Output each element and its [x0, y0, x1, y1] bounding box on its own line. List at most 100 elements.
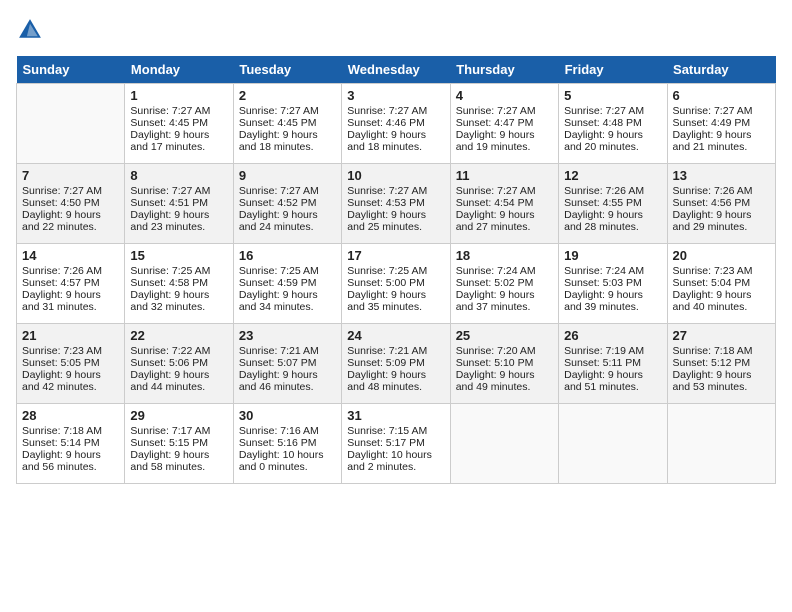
sunset-text: Sunset: 5:05 PM [22, 357, 100, 369]
daylight-text: Daylight: 9 hours and 32 minutes. [130, 289, 209, 313]
daylight-text: Daylight: 9 hours and 28 minutes. [564, 209, 643, 233]
logo [16, 16, 48, 44]
sunset-text: Sunset: 4:57 PM [22, 277, 100, 289]
daylight-text: Daylight: 9 hours and 49 minutes. [456, 369, 535, 393]
daylight-text: Daylight: 9 hours and 48 minutes. [347, 369, 426, 393]
sunset-text: Sunset: 4:49 PM [673, 117, 751, 129]
sunset-text: Sunset: 5:09 PM [347, 357, 425, 369]
calendar-cell: 26 Sunrise: 7:19 AM Sunset: 5:11 PM Dayl… [559, 324, 667, 404]
calendar-cell [667, 404, 775, 484]
daylight-text: Daylight: 9 hours and 19 minutes. [456, 129, 535, 153]
day-number: 7 [22, 168, 119, 183]
day-number: 18 [456, 248, 553, 263]
daylight-text: Daylight: 9 hours and 31 minutes. [22, 289, 101, 313]
calendar-cell [17, 84, 125, 164]
sunset-text: Sunset: 4:59 PM [239, 277, 317, 289]
daylight-text: Daylight: 9 hours and 24 minutes. [239, 209, 318, 233]
calendar-cell: 12 Sunrise: 7:26 AM Sunset: 4:55 PM Dayl… [559, 164, 667, 244]
col-header-wednesday: Wednesday [342, 56, 450, 84]
col-header-saturday: Saturday [667, 56, 775, 84]
calendar-cell: 1 Sunrise: 7:27 AM Sunset: 4:45 PM Dayli… [125, 84, 233, 164]
calendar-table: SundayMondayTuesdayWednesdayThursdayFrid… [16, 56, 776, 484]
sunset-text: Sunset: 5:03 PM [564, 277, 642, 289]
day-number: 27 [673, 328, 770, 343]
sunset-text: Sunset: 4:50 PM [22, 197, 100, 209]
sunrise-text: Sunrise: 7:27 AM [130, 185, 210, 197]
calendar-week-2: 7 Sunrise: 7:27 AM Sunset: 4:50 PM Dayli… [17, 164, 776, 244]
sunset-text: Sunset: 5:04 PM [673, 277, 751, 289]
page-header [16, 16, 776, 44]
sunset-text: Sunset: 4:53 PM [347, 197, 425, 209]
calendar-cell: 8 Sunrise: 7:27 AM Sunset: 4:51 PM Dayli… [125, 164, 233, 244]
calendar-cell: 9 Sunrise: 7:27 AM Sunset: 4:52 PM Dayli… [233, 164, 341, 244]
calendar-cell: 7 Sunrise: 7:27 AM Sunset: 4:50 PM Dayli… [17, 164, 125, 244]
calendar-cell [559, 404, 667, 484]
sunrise-text: Sunrise: 7:22 AM [130, 345, 210, 357]
sunset-text: Sunset: 5:14 PM [22, 437, 100, 449]
day-number: 30 [239, 408, 336, 423]
day-number: 20 [673, 248, 770, 263]
sunrise-text: Sunrise: 7:19 AM [564, 345, 644, 357]
sunset-text: Sunset: 4:45 PM [130, 117, 208, 129]
daylight-text: Daylight: 9 hours and 58 minutes. [130, 449, 209, 473]
sunrise-text: Sunrise: 7:23 AM [22, 345, 102, 357]
daylight-text: Daylight: 10 hours and 0 minutes. [239, 449, 324, 473]
daylight-text: Daylight: 9 hours and 46 minutes. [239, 369, 318, 393]
sunset-text: Sunset: 4:52 PM [239, 197, 317, 209]
day-number: 17 [347, 248, 444, 263]
sunrise-text: Sunrise: 7:17 AM [130, 425, 210, 437]
calendar-week-3: 14 Sunrise: 7:26 AM Sunset: 4:57 PM Dayl… [17, 244, 776, 324]
sunset-text: Sunset: 4:51 PM [130, 197, 208, 209]
calendar-week-5: 28 Sunrise: 7:18 AM Sunset: 5:14 PM Dayl… [17, 404, 776, 484]
day-number: 22 [130, 328, 227, 343]
calendar-cell: 23 Sunrise: 7:21 AM Sunset: 5:07 PM Dayl… [233, 324, 341, 404]
calendar-cell: 5 Sunrise: 7:27 AM Sunset: 4:48 PM Dayli… [559, 84, 667, 164]
sunrise-text: Sunrise: 7:27 AM [347, 185, 427, 197]
calendar-cell: 11 Sunrise: 7:27 AM Sunset: 4:54 PM Dayl… [450, 164, 558, 244]
sunset-text: Sunset: 5:00 PM [347, 277, 425, 289]
sunrise-text: Sunrise: 7:25 AM [239, 265, 319, 277]
day-number: 3 [347, 88, 444, 103]
sunrise-text: Sunrise: 7:24 AM [564, 265, 644, 277]
calendar-week-1: 1 Sunrise: 7:27 AM Sunset: 4:45 PM Dayli… [17, 84, 776, 164]
day-number: 11 [456, 168, 553, 183]
sunrise-text: Sunrise: 7:20 AM [456, 345, 536, 357]
sunrise-text: Sunrise: 7:18 AM [673, 345, 753, 357]
sunset-text: Sunset: 5:15 PM [130, 437, 208, 449]
calendar-cell: 4 Sunrise: 7:27 AM Sunset: 4:47 PM Dayli… [450, 84, 558, 164]
calendar-cell: 22 Sunrise: 7:22 AM Sunset: 5:06 PM Dayl… [125, 324, 233, 404]
calendar-week-4: 21 Sunrise: 7:23 AM Sunset: 5:05 PM Dayl… [17, 324, 776, 404]
calendar-cell: 14 Sunrise: 7:26 AM Sunset: 4:57 PM Dayl… [17, 244, 125, 324]
calendar-cell: 20 Sunrise: 7:23 AM Sunset: 5:04 PM Dayl… [667, 244, 775, 324]
daylight-text: Daylight: 9 hours and 40 minutes. [673, 289, 752, 313]
sunset-text: Sunset: 5:07 PM [239, 357, 317, 369]
calendar-cell: 15 Sunrise: 7:25 AM Sunset: 4:58 PM Dayl… [125, 244, 233, 324]
day-number: 28 [22, 408, 119, 423]
day-number: 1 [130, 88, 227, 103]
sunrise-text: Sunrise: 7:18 AM [22, 425, 102, 437]
sunrise-text: Sunrise: 7:21 AM [347, 345, 427, 357]
day-number: 4 [456, 88, 553, 103]
daylight-text: Daylight: 9 hours and 29 minutes. [673, 209, 752, 233]
calendar-cell: 17 Sunrise: 7:25 AM Sunset: 5:00 PM Dayl… [342, 244, 450, 324]
day-number: 6 [673, 88, 770, 103]
sunrise-text: Sunrise: 7:15 AM [347, 425, 427, 437]
col-header-tuesday: Tuesday [233, 56, 341, 84]
col-header-sunday: Sunday [17, 56, 125, 84]
daylight-text: Daylight: 9 hours and 53 minutes. [673, 369, 752, 393]
calendar-cell: 31 Sunrise: 7:15 AM Sunset: 5:17 PM Dayl… [342, 404, 450, 484]
daylight-text: Daylight: 9 hours and 27 minutes. [456, 209, 535, 233]
sunset-text: Sunset: 5:17 PM [347, 437, 425, 449]
calendar-cell: 24 Sunrise: 7:21 AM Sunset: 5:09 PM Dayl… [342, 324, 450, 404]
sunset-text: Sunset: 4:48 PM [564, 117, 642, 129]
calendar-cell: 28 Sunrise: 7:18 AM Sunset: 5:14 PM Dayl… [17, 404, 125, 484]
sunset-text: Sunset: 5:12 PM [673, 357, 751, 369]
sunrise-text: Sunrise: 7:27 AM [456, 185, 536, 197]
day-number: 25 [456, 328, 553, 343]
calendar-cell: 27 Sunrise: 7:18 AM Sunset: 5:12 PM Dayl… [667, 324, 775, 404]
sunset-text: Sunset: 5:06 PM [130, 357, 208, 369]
calendar-cell: 13 Sunrise: 7:26 AM Sunset: 4:56 PM Dayl… [667, 164, 775, 244]
sunrise-text: Sunrise: 7:25 AM [347, 265, 427, 277]
day-number: 14 [22, 248, 119, 263]
day-number: 29 [130, 408, 227, 423]
